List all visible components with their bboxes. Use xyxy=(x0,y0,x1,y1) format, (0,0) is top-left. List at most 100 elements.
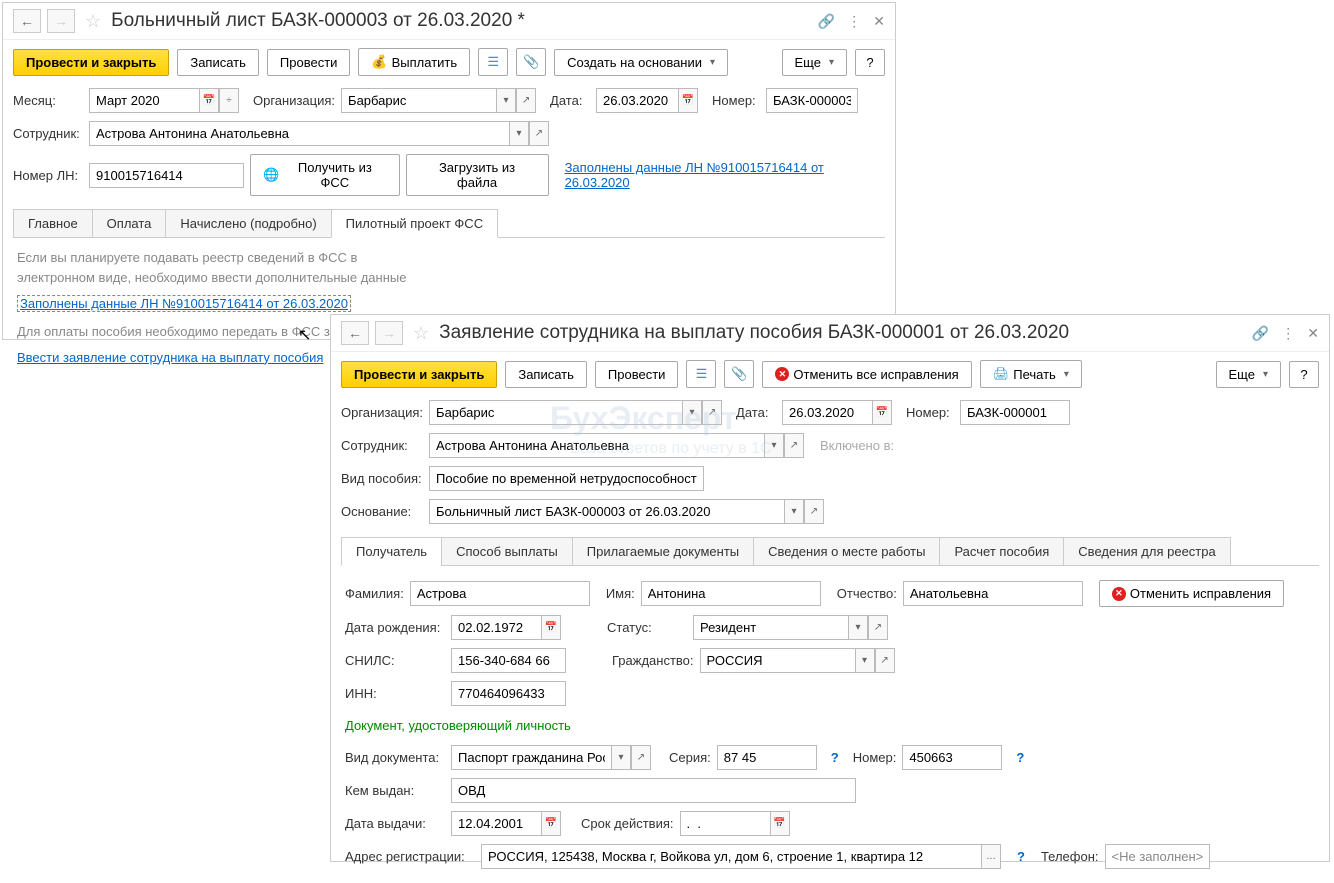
series-input[interactable] xyxy=(717,745,817,770)
num-input[interactable] xyxy=(960,400,1070,425)
open-icon[interactable]: ↗ xyxy=(529,121,549,146)
dropdown-icon[interactable]: ▾ xyxy=(509,121,529,146)
firstname-input[interactable] xyxy=(641,581,821,606)
calendar-icon[interactable]: 📅 xyxy=(199,88,219,113)
list-icon-button[interactable]: ☰ xyxy=(478,48,508,76)
month-input[interactable] xyxy=(89,88,199,113)
tab-registry[interactable]: Сведения для реестра xyxy=(1063,537,1230,566)
tab-calc[interactable]: Расчет пособия xyxy=(939,537,1064,566)
open-icon[interactable]: ↗ xyxy=(875,648,895,673)
menu-dots-icon[interactable]: ⋮ xyxy=(1281,325,1295,342)
favorite-star-icon[interactable]: ☆ xyxy=(85,11,101,32)
pay-button[interactable]: 💰Выплатить xyxy=(358,48,470,76)
attach-icon-button[interactable]: 📎 xyxy=(724,360,754,388)
calendar-icon[interactable]: 📅 xyxy=(678,88,698,113)
dropdown-icon[interactable]: ▾ xyxy=(848,615,868,640)
open-icon[interactable]: ↗ xyxy=(702,400,722,425)
ln-data-link[interactable]: Заполнены данные ЛН №910015716414 от 26.… xyxy=(565,160,885,190)
open-icon[interactable]: ↗ xyxy=(868,615,888,640)
dob-input[interactable] xyxy=(451,615,541,640)
open-icon[interactable]: ↗ xyxy=(631,745,651,770)
addr-input[interactable] xyxy=(481,844,981,869)
cancel-corrections-button[interactable]: ✕Отменить все исправления xyxy=(762,361,971,388)
num-input[interactable] xyxy=(766,88,858,113)
nav-forward-button[interactable]: → xyxy=(47,9,75,33)
tab-attached-docs[interactable]: Прилагаемые документы xyxy=(572,537,754,566)
patronymic-input[interactable] xyxy=(903,581,1083,606)
type-input[interactable] xyxy=(429,466,704,491)
doctype-input[interactable] xyxy=(451,745,611,770)
status-input[interactable] xyxy=(693,615,848,640)
lastname-input[interactable] xyxy=(410,581,590,606)
ln-input[interactable] xyxy=(89,163,244,188)
org-input[interactable] xyxy=(341,88,496,113)
close-icon[interactable]: ✕ xyxy=(1307,325,1319,342)
post-button[interactable]: Провести xyxy=(267,49,351,76)
emp-input[interactable] xyxy=(429,433,764,458)
org-input[interactable] xyxy=(429,400,682,425)
tab-main[interactable]: Главное xyxy=(13,209,93,238)
favorite-star-icon[interactable]: ☆ xyxy=(413,323,429,344)
list-icon-button[interactable]: ☰ xyxy=(686,360,716,388)
cancel-fix-button[interactable]: ✕Отменить исправления xyxy=(1099,580,1284,607)
fss-button[interactable]: 🌐Получить из ФСС xyxy=(250,154,400,196)
tab-work-info[interactable]: Сведения о месте работы xyxy=(753,537,940,566)
nav-forward-button[interactable]: → xyxy=(375,321,403,345)
nav-back-button[interactable]: ← xyxy=(13,9,41,33)
dropdown-icon[interactable]: ▾ xyxy=(496,88,516,113)
attach-icon-button[interactable]: 📎 xyxy=(516,48,546,76)
create-basis-button[interactable]: Создать на основании xyxy=(554,49,728,76)
phone-input[interactable] xyxy=(1105,844,1210,869)
date-input[interactable] xyxy=(596,88,678,113)
help-series-icon[interactable]: ? xyxy=(831,750,839,765)
issued-input[interactable] xyxy=(451,778,856,803)
open-icon[interactable]: ↗ xyxy=(804,499,824,524)
help-addr-icon[interactable]: ? xyxy=(1017,849,1025,864)
tab-payment[interactable]: Оплата xyxy=(92,209,167,238)
tab-pay-method[interactable]: Способ выплаты xyxy=(441,537,573,566)
dropdown-icon[interactable]: ▾ xyxy=(784,499,804,524)
open-icon[interactable]: ↗ xyxy=(784,433,804,458)
ln-data-link-2[interactable]: Заполнены данные ЛН №910015716414 от 26.… xyxy=(17,295,351,312)
calendar-icon[interactable]: 📅 xyxy=(770,811,790,836)
tab-pilot-fss[interactable]: Пилотный проект ФСС xyxy=(331,209,498,238)
print-button[interactable]: 🖨Печать xyxy=(980,360,1082,388)
post-close-button[interactable]: Провести и закрыть xyxy=(13,49,169,76)
post-button[interactable]: Провести xyxy=(595,361,679,388)
issuedate-input[interactable] xyxy=(451,811,541,836)
calendar-icon[interactable]: 📅 xyxy=(541,615,561,640)
post-close-button[interactable]: Провести и закрыть xyxy=(341,361,497,388)
open-icon[interactable]: ↗ xyxy=(516,88,536,113)
load-file-button[interactable]: Загрузить из файла xyxy=(406,154,549,196)
more-button[interactable]: Еще xyxy=(782,49,847,76)
emp-input[interactable] xyxy=(89,121,509,146)
help-button[interactable]: ? xyxy=(855,49,885,76)
docnum-input[interactable] xyxy=(902,745,1002,770)
link-icon[interactable]: 🔗 xyxy=(818,13,835,30)
valid-input[interactable] xyxy=(680,811,770,836)
dropdown-icon[interactable]: ▾ xyxy=(764,433,784,458)
citizen-input[interactable] xyxy=(700,648,855,673)
link-icon[interactable]: 🔗 xyxy=(1252,325,1269,342)
dropdown-icon[interactable]: ▾ xyxy=(855,648,875,673)
write-button[interactable]: Записать xyxy=(177,49,259,76)
tab-recipient[interactable]: Получатель xyxy=(341,537,442,566)
tab-accrued[interactable]: Начислено (подробно) xyxy=(165,209,331,238)
inn-input[interactable] xyxy=(451,681,566,706)
calendar-icon[interactable]: 📅 xyxy=(872,400,892,425)
help-button[interactable]: ? xyxy=(1289,361,1319,388)
calendar-icon[interactable]: 📅 xyxy=(541,811,561,836)
ellipsis-icon[interactable]: … xyxy=(981,844,1001,869)
more-button[interactable]: Еще xyxy=(1216,361,1281,388)
dropdown-icon[interactable]: ▾ xyxy=(682,400,702,425)
close-icon[interactable]: ✕ xyxy=(873,13,885,30)
snils-input[interactable] xyxy=(451,648,566,673)
write-button[interactable]: Записать xyxy=(505,361,587,388)
menu-dots-icon[interactable]: ⋮ xyxy=(847,13,861,30)
help-docnum-icon[interactable]: ? xyxy=(1016,750,1024,765)
enter-application-link[interactable]: Ввести заявление сотрудника на выплату п… xyxy=(17,350,323,365)
date-input[interactable] xyxy=(782,400,872,425)
nav-back-button[interactable]: ← xyxy=(341,321,369,345)
stepper-icon[interactable]: ÷ xyxy=(219,88,239,113)
basis-input[interactable] xyxy=(429,499,784,524)
